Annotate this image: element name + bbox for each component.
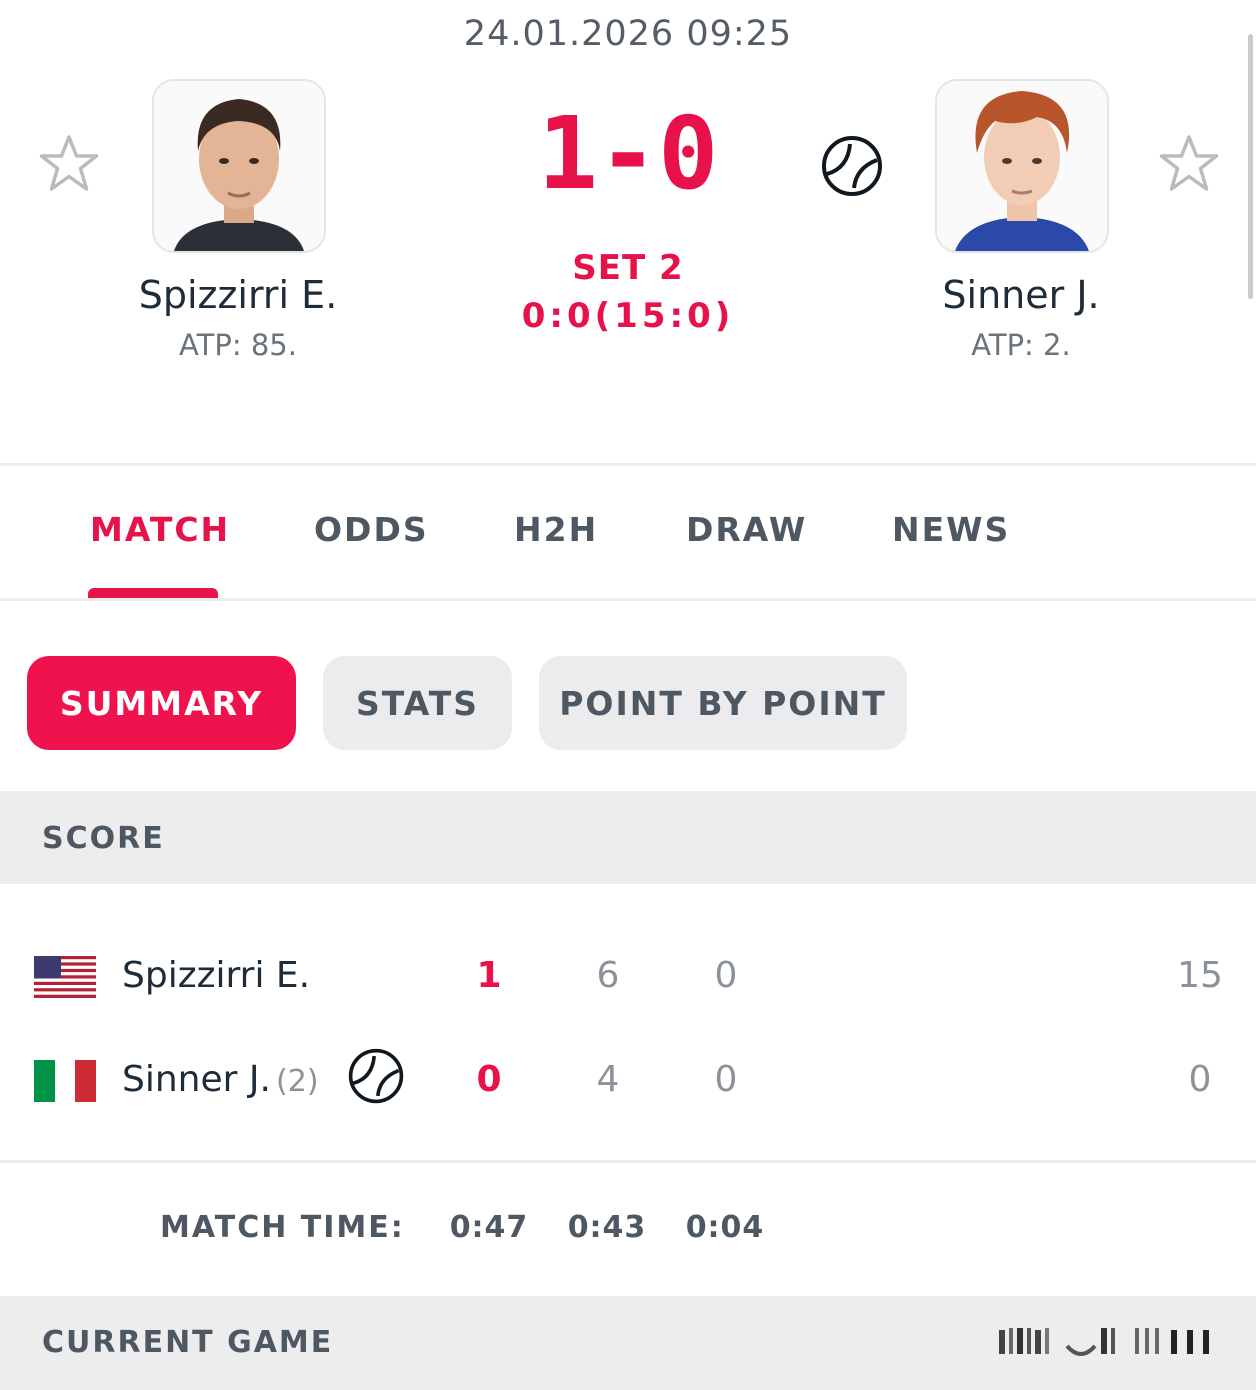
match-time-total: 0:47 <box>449 1210 529 1245</box>
player-name-away[interactable]: Sinner J. <box>871 273 1171 317</box>
favorite-star-icon-away[interactable] <box>1156 132 1222 198</box>
score-section-header: SCORE <box>0 791 1256 884</box>
score-row-name-away[interactable]: Sinner J. <box>122 1059 271 1100</box>
player-rank-away: ATP: 2. <box>971 328 1071 362</box>
score-row-sets-away: 0 <box>476 1059 502 1100</box>
match-time-label: MATCH TIME: <box>160 1210 405 1245</box>
player-photo-away[interactable] <box>935 79 1109 253</box>
subtab-summary[interactable]: SUMMARY <box>27 656 296 750</box>
score-row-set1-home: 6 <box>596 955 620 996</box>
player-name-home[interactable]: Spizzirri E. <box>88 273 388 317</box>
score-row-set2-home: 0 <box>714 955 738 996</box>
tab-draw[interactable]: DRAW <box>686 510 807 549</box>
player-rank-home: ATP: 85. <box>179 328 297 362</box>
tab-h2h[interactable]: H2H <box>514 510 598 549</box>
score-divider <box>0 1160 1256 1163</box>
score-row-set2-away: 0 <box>714 1059 738 1100</box>
score-row-name-away-group[interactable]: Sinner J. (2) <box>122 1059 319 1100</box>
current-set-label: SET 2 <box>572 248 684 288</box>
tab-odds[interactable]: ODDS <box>314 510 429 549</box>
match-score: 1-0 <box>537 95 719 212</box>
score-section-title: SCORE <box>42 821 165 856</box>
score-row-points-home: 15 <box>1177 955 1223 996</box>
score-row-points-away: 0 <box>1188 1059 1212 1100</box>
match-time-set1: 0:43 <box>567 1210 647 1245</box>
match-time-set2: 0:04 <box>685 1210 765 1245</box>
subtab-point-by-point[interactable]: POINT BY POINT <box>539 656 907 750</box>
score-row-name-home[interactable]: Spizzirri E. <box>122 955 310 996</box>
serve-ball-icon-row <box>347 1047 405 1105</box>
favorite-star-icon-home[interactable] <box>36 132 102 198</box>
tabs-divider <box>0 598 1256 601</box>
score-row-set1-away: 4 <box>596 1059 620 1100</box>
seed-badge: (2) <box>276 1064 319 1099</box>
subtab-stats[interactable]: STATS <box>323 656 512 750</box>
usa-flag-icon <box>34 956 96 998</box>
tab-news[interactable]: NEWS <box>892 510 1010 549</box>
serve-ball-icon <box>820 134 884 198</box>
italy-flag-icon <box>34 1060 96 1102</box>
scrollbar[interactable] <box>1248 34 1253 299</box>
player-photo-home[interactable] <box>152 79 326 253</box>
header-divider <box>0 463 1256 466</box>
tab-match[interactable]: MATCH <box>90 510 230 549</box>
current-game-title: CURRENT GAME <box>42 1325 334 1360</box>
current-set-score: 0:0(15:0) <box>521 296 735 336</box>
watermark-logo <box>995 1322 1220 1362</box>
score-row-sets-home: 1 <box>476 955 502 996</box>
match-datetime: 24.01.2026 09:25 <box>463 14 793 54</box>
